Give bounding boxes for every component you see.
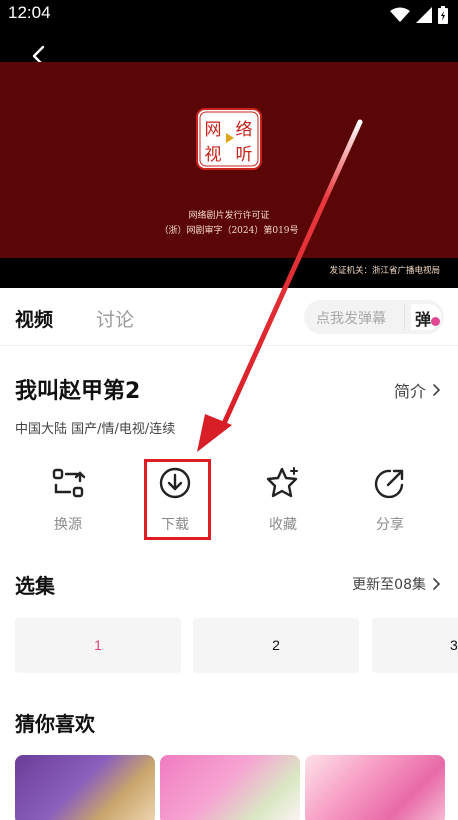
episode-item[interactable]: 1 <box>15 618 181 673</box>
share-button[interactable]: 分享 <box>350 465 430 535</box>
license-title: 网络剧片发行许可证 <box>188 211 270 221</box>
switch-source-label: 换源 <box>54 517 82 533</box>
license-panel: 网 络 视 听 网络剧片发行许可证 （浙）网剧审字（2024）第019号 发证机… <box>0 62 458 276</box>
episodes-update-link[interactable]: 更新至08集 <box>352 574 444 594</box>
svg-text:络: 络 <box>236 120 253 140</box>
favorite-button[interactable]: 收藏 <box>243 465 323 535</box>
svg-text:网: 网 <box>205 120 222 140</box>
tab-bar: 视频 讨论 点我发弹幕 弹 <box>0 288 458 346</box>
tab-video[interactable]: 视频 <box>15 305 53 332</box>
intro-label: 简介 <box>393 382 426 401</box>
chevron-right-icon <box>433 384 441 396</box>
episode-item[interactable]: 2 <box>193 618 359 673</box>
status-icons <box>390 5 448 25</box>
episode-number: 2 <box>272 637 280 653</box>
status-time: 12:04 <box>8 3 51 22</box>
danmu-divider <box>404 304 405 330</box>
signal-icon <box>416 7 432 23</box>
recommend-poster[interactable] <box>160 755 300 820</box>
license-number: （浙）网剧审字（2024）第019号 <box>159 226 299 236</box>
danmu-status-dot <box>431 317 440 326</box>
danmu-input[interactable]: 点我发弹幕 弹 <box>304 300 444 334</box>
recommend-poster[interactable] <box>15 755 155 820</box>
switch-source-icon <box>52 468 86 498</box>
show-meta: 中国大陆 国产/情/电视/连续 <box>15 422 176 437</box>
episode-item[interactable]: 3 <box>372 618 458 673</box>
danmu-toggle-label: 弹 <box>415 310 432 329</box>
share-label: 分享 <box>376 517 404 533</box>
favorite-label: 收藏 <box>269 517 297 533</box>
video-player[interactable]: 网 络 视 听 网络剧片发行许可证 （浙）网剧审字（2024）第019号 发证机… <box>0 30 458 288</box>
episodes-update-label: 更新至08集 <box>352 577 426 593</box>
recommend-poster[interactable] <box>305 755 445 820</box>
danmu-placeholder: 点我发弹幕 <box>316 311 386 327</box>
license-seal-logo: 网 络 视 听 <box>196 108 262 170</box>
episodes-title: 选集 <box>15 574 55 598</box>
wifi-icon <box>390 7 410 22</box>
episode-number: 1 <box>94 637 102 653</box>
license-issuer: 发证机关：浙江省广播电视局 <box>329 266 440 276</box>
svg-text:视: 视 <box>205 145 222 165</box>
switch-source-button[interactable]: 换源 <box>28 465 108 535</box>
danmu-toggle-button[interactable]: 弹 <box>411 304 441 330</box>
svg-text:听: 听 <box>236 145 253 165</box>
show-title: 我叫赵甲第2 <box>15 379 141 404</box>
recommend-title: 猜你喜欢 <box>15 712 95 736</box>
battery-icon <box>438 6 448 24</box>
episode-number: 3 <box>450 637 458 653</box>
app-screen: 12:04 网 络 视 听 网络剧片发行许可证 （浙）网剧审字（2024）第01… <box>0 0 458 820</box>
download-highlight-box <box>144 459 211 540</box>
intro-link[interactable]: 简介 <box>394 378 444 402</box>
share-icon <box>374 469 404 499</box>
tab-discuss[interactable]: 讨论 <box>96 305 134 332</box>
chevron-right-icon <box>433 578 441 590</box>
star-icon <box>266 467 298 498</box>
status-bar: 12:04 <box>0 0 458 30</box>
